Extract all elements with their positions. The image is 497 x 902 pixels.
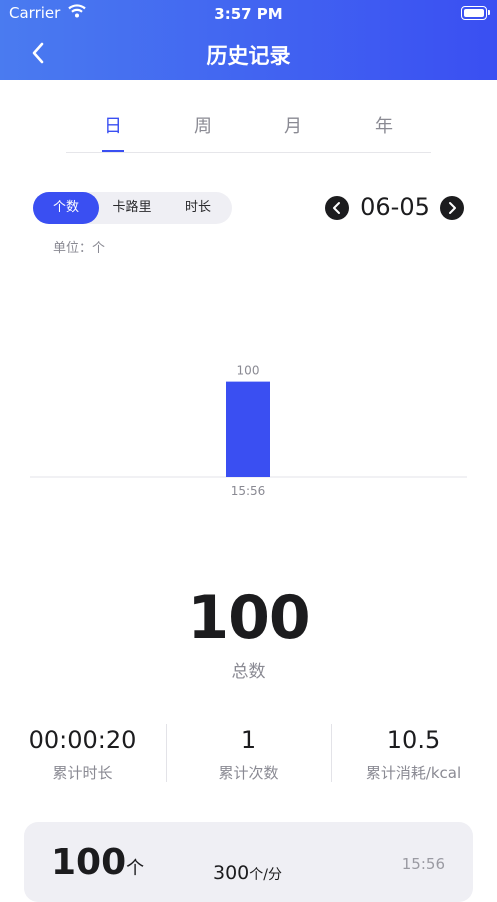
stat-duration: 00:00:20 累计时长 bbox=[0, 726, 165, 783]
stat-calories: 10.5 累计消耗/kcal bbox=[331, 726, 496, 783]
record-card[interactable]: 100个 300个/分 15:56 bbox=[24, 822, 473, 902]
bar-data-label: 100 bbox=[237, 364, 260, 378]
tab-day[interactable]: 日 bbox=[93, 112, 133, 138]
stat-count-value: 1 bbox=[240, 726, 257, 754]
header: Carrier 3:57 PM 历史记录 bbox=[0, 0, 497, 80]
x-tick-label: 15:56 bbox=[231, 484, 266, 498]
record-rate-value: 300 bbox=[213, 862, 250, 884]
total-value: 100 bbox=[187, 583, 310, 653]
prev-date-button[interactable] bbox=[325, 196, 349, 220]
record-count: 100个 bbox=[51, 842, 144, 883]
record-count-unit: 个 bbox=[126, 858, 145, 879]
bar-chart: 100 15:56 bbox=[30, 364, 467, 498]
record-time: 15:56 bbox=[401, 855, 445, 873]
chevron-left-circle-icon bbox=[333, 202, 340, 214]
toggle-duration[interactable]: 时长 bbox=[165, 192, 231, 224]
stat-count-label: 累计次数 bbox=[218, 764, 279, 782]
record-rate-unit: 个/分 bbox=[249, 867, 282, 883]
period-tabs: 日 周 月 年 bbox=[66, 104, 431, 153]
stat-duration-label: 累计时长 bbox=[52, 764, 113, 782]
total-label: 总数 bbox=[231, 662, 266, 682]
stat-calories-label: 累计消耗/kcal bbox=[365, 764, 462, 782]
status-time: 3:57 PM bbox=[214, 5, 283, 23]
stat-count: 1 累计次数 bbox=[166, 726, 331, 783]
next-date-button[interactable] bbox=[440, 196, 464, 220]
chart-bar bbox=[226, 381, 270, 477]
metric-toggle: 个数 卡路里 时长 bbox=[33, 192, 232, 224]
battery-icon bbox=[461, 6, 490, 20]
active-tab-indicator bbox=[102, 150, 124, 152]
chevron-right-circle-icon bbox=[449, 202, 456, 214]
status-bar: Carrier 3:57 PM bbox=[0, 0, 497, 28]
unit-label: 单位：个 bbox=[53, 241, 106, 256]
tab-year[interactable]: 年 bbox=[364, 112, 404, 138]
tab-week[interactable]: 周 bbox=[183, 112, 223, 138]
page-title: 历史记录 bbox=[206, 44, 291, 68]
date-label: 06-05 bbox=[360, 193, 430, 221]
stat-calories-value: 10.5 bbox=[386, 726, 441, 754]
tab-month[interactable]: 月 bbox=[273, 112, 313, 138]
stat-duration-value: 00:00:20 bbox=[28, 726, 137, 754]
record-count-value: 100 bbox=[51, 842, 127, 883]
toggle-calories[interactable]: 卡路里 bbox=[99, 192, 165, 224]
record-rate: 300个/分 bbox=[213, 862, 282, 884]
toggle-count[interactable]: 个数 bbox=[33, 192, 99, 224]
